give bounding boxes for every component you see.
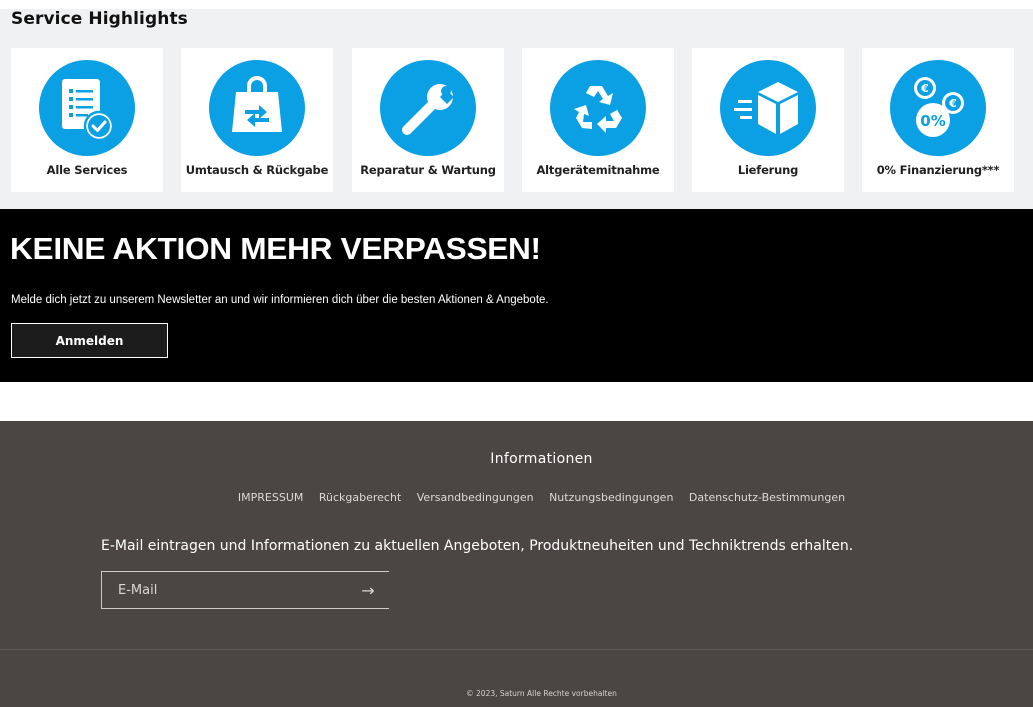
footer-info-heading: Informationen	[490, 451, 593, 467]
service-card-reparatur[interactable]: Reparatur & Wartung	[352, 48, 504, 192]
service-card-label: Altgerätemitnahme	[536, 163, 660, 177]
service-card-label: Reparatur & Wartung	[360, 163, 496, 177]
service-card-umtausch[interactable]: Umtausch & Rückgabe	[181, 48, 333, 192]
service-card-label: Alle Services	[46, 163, 128, 177]
copyright-text: © 2023, Saturn Alle Rechte vorbehalten	[466, 689, 617, 698]
email-submit-button[interactable]: →	[353, 572, 383, 608]
bag-exchange-icon	[209, 60, 305, 156]
delivery-box-icon	[720, 60, 816, 156]
newsletter-promo-text: E-Mail eintragen und Informationen zu ak…	[101, 538, 854, 554]
arrow-right-icon: →	[361, 580, 375, 600]
footer-links: IMPRESSUM Rückgaberecht Versandbedingung…	[0, 491, 1033, 504]
footer-link-datenschutz[interactable]: Datenschutz-Bestimmungen	[689, 491, 845, 504]
service-card-label: Umtausch & Rückgabe	[185, 163, 329, 177]
svg-text:€: €	[920, 82, 929, 95]
svg-text:€: €	[948, 97, 957, 110]
newsletter-section: KEINE AKTION MEHR VERPASSEN! Melde dich …	[0, 209, 1033, 382]
service-card-altgeraete[interactable]: Altgerätemitnahme	[522, 48, 674, 192]
document-check-icon	[39, 60, 135, 156]
service-highlights-section: Service Highlights Alle Services Umtausc…	[0, 9, 1033, 209]
footer: Informationen IMPRESSUM Rückgaberecht Ve…	[0, 421, 1033, 707]
section-title: Service Highlights	[11, 9, 188, 29]
footer-link-nutzungsbedingungen[interactable]: Nutzungsbedingungen	[549, 491, 673, 504]
footer-link-versandbedingungen[interactable]: Versandbedingungen	[417, 491, 534, 504]
email-signup-form: →	[101, 571, 389, 609]
financing-coins-icon: € € 0%	[890, 60, 986, 156]
service-card-label: 0% Finanzierung***	[876, 163, 1000, 177]
recycle-icon	[550, 60, 646, 156]
service-cards: Alle Services Umtausch & Rückgabe Repara…	[11, 48, 1031, 192]
svg-text:0%: 0%	[920, 112, 945, 130]
footer-link-rueckgaberecht[interactable]: Rückgaberecht	[319, 491, 401, 504]
service-card-alle-services[interactable]: Alle Services	[11, 48, 163, 192]
footer-link-impressum[interactable]: IMPRESSUM	[238, 491, 303, 504]
wrench-icon	[380, 60, 476, 156]
email-input[interactable]	[102, 572, 352, 608]
newsletter-text: Melde dich jetzt zu unserem Newsletter a…	[11, 294, 549, 306]
newsletter-signup-button[interactable]: Anmelden	[11, 323, 168, 358]
service-card-finanzierung[interactable]: € € 0% 0% Finanzierung***	[862, 48, 1014, 192]
footer-divider	[0, 649, 1033, 650]
service-card-label: Lieferung	[737, 163, 799, 177]
service-card-lieferung[interactable]: Lieferung	[692, 48, 844, 192]
newsletter-heading: KEINE AKTION MEHR VERPASSEN!	[10, 231, 541, 266]
